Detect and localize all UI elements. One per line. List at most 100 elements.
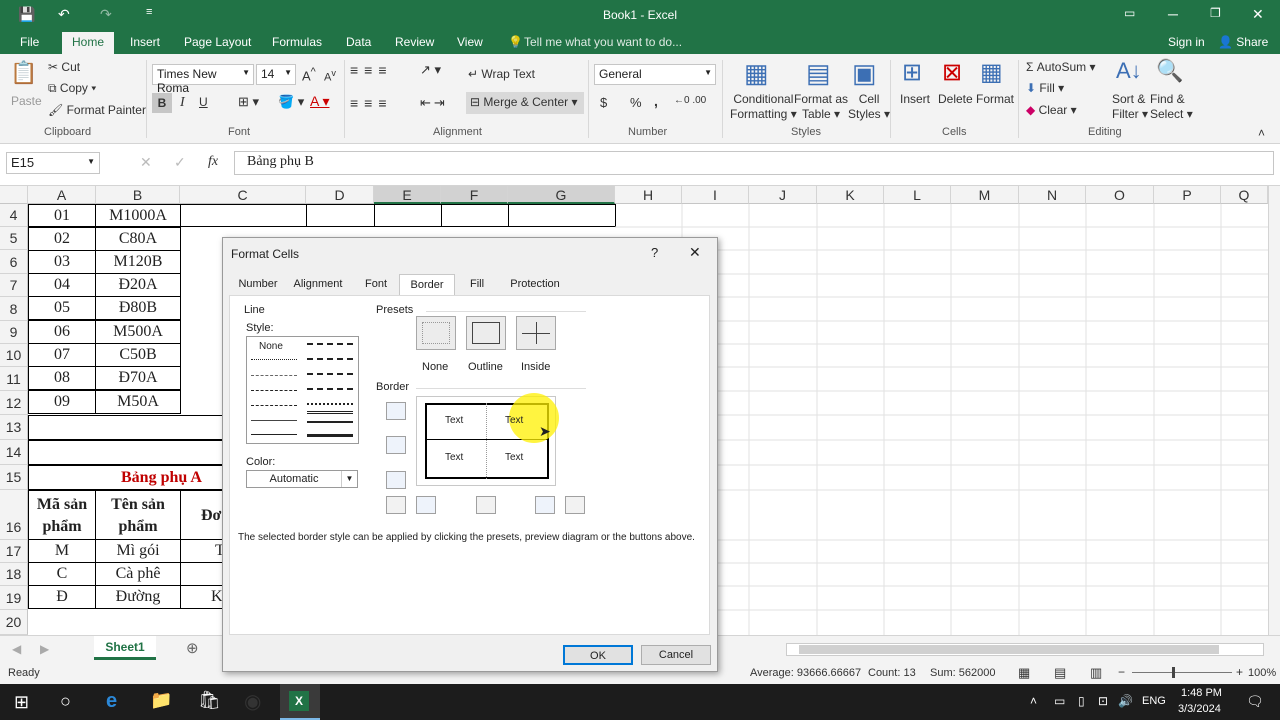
line-style-option[interactable] <box>251 434 297 435</box>
preset-inside-button[interactable] <box>516 316 556 350</box>
conditional-formatting-button[interactable]: Conditional Formatting ▾ <box>730 92 797 122</box>
border-preview[interactable]: Text Text Text Text ➤ <box>416 393 559 486</box>
cell-a14[interactable] <box>28 440 223 465</box>
volume-icon[interactable]: 🔊 <box>1118 694 1133 708</box>
cell-c4[interactable] <box>180 204 307 227</box>
cell-a7[interactable]: 04 <box>28 273 96 297</box>
column-header[interactable]: G <box>508 186 615 204</box>
dialog-help-button[interactable]: ? <box>651 245 658 260</box>
number-format-select[interactable]: General ▼ <box>594 64 716 85</box>
line-style-option[interactable] <box>307 403 353 405</box>
windows-start-icon[interactable]: ⊞ <box>14 692 29 713</box>
cut-button[interactable]: ✂ Cut <box>48 60 80 74</box>
tray-chevron-icon[interactable]: ˄ <box>1030 694 1037 708</box>
line-style-option[interactable] <box>307 411 353 414</box>
cell-f4[interactable] <box>441 204 509 227</box>
tab-data[interactable]: Data <box>346 35 371 49</box>
cell-a10[interactable]: 07 <box>28 343 96 367</box>
column-header[interactable]: A <box>28 186 96 204</box>
row-header[interactable]: 18 <box>0 563 28 586</box>
row-header[interactable]: 9 <box>0 321 28 344</box>
bang-phu-a-title[interactable]: Bảng phụ A <box>28 465 223 490</box>
sign-in-link[interactable]: Sign in <box>1168 35 1205 49</box>
clock-time[interactable]: 1:48 PM <box>1181 687 1222 699</box>
column-header[interactable]: B <box>96 186 180 204</box>
format-as-table-button[interactable]: Format as Table ▾ <box>794 92 848 122</box>
cancel-button[interactable]: Cancel <box>641 645 711 665</box>
cell-a8[interactable]: 05 <box>28 296 96 320</box>
prev-sheet-icon[interactable]: ◀ <box>12 642 21 656</box>
cell-b12[interactable]: M50A <box>95 390 181 414</box>
tab-page-layout[interactable]: Page Layout <box>184 35 251 49</box>
cell-a18[interactable]: C <box>28 562 96 586</box>
indent-icons[interactable]: ⇤⇥ <box>420 95 448 111</box>
language-indicator[interactable]: ENG <box>1142 695 1166 707</box>
cell-b10[interactable]: C50B <box>95 343 181 367</box>
column-header[interactable]: H <box>615 186 682 204</box>
column-header[interactable]: E <box>374 186 441 204</box>
line-style-option[interactable] <box>251 375 297 376</box>
zoom-out-icon[interactable]: − <box>1118 665 1125 679</box>
copy-button[interactable]: ⧉ Copy ▾ <box>48 81 96 96</box>
column-header[interactable]: C <box>180 186 306 204</box>
border-middle-horizontal-button[interactable] <box>386 436 406 454</box>
line-style-list[interactable]: None <box>246 336 359 444</box>
border-diagonal-down-button[interactable] <box>565 496 585 514</box>
cell-a13[interactable] <box>28 415 223 440</box>
clear-button[interactable]: ◆ Clear ▾ <box>1026 103 1077 117</box>
dialog-tab-protection[interactable]: Protection <box>505 278 565 296</box>
collapse-ribbon-icon[interactable]: ˄ <box>1258 126 1265 140</box>
cell-b4[interactable]: M1000A <box>95 204 181 227</box>
tab-insert[interactable]: Insert <box>130 35 160 49</box>
delete-cells-icon[interactable]: ⊠ <box>942 58 962 87</box>
format-cells-button[interactable]: Format <box>976 92 1014 106</box>
line-style-option[interactable] <box>307 358 353 360</box>
fill-button[interactable]: ⬇ Fill ▾ <box>1026 81 1064 95</box>
row-header[interactable]: 7 <box>0 274 28 297</box>
border-middle-vertical-button[interactable] <box>476 496 496 514</box>
close-window-icon[interactable]: ✕ <box>1252 6 1264 23</box>
row-header[interactable]: 19 <box>0 586 28 610</box>
currency-button[interactable]: $ <box>600 95 607 110</box>
row-header[interactable]: 15 <box>0 465 28 490</box>
row-header[interactable]: 17 <box>0 540 28 563</box>
wrap-text-button[interactable]: ↵ Wrap Text <box>468 67 535 81</box>
ok-button[interactable]: OK <box>563 645 633 665</box>
zoom-slider-thumb[interactable] <box>1172 667 1175 678</box>
share-button[interactable]: 👤 Share <box>1218 35 1268 49</box>
cell-b8[interactable]: Đ80B <box>95 296 181 320</box>
line-style-option[interactable] <box>307 388 353 390</box>
page-layout-view-icon[interactable]: ▤ <box>1054 665 1066 681</box>
column-header[interactable]: M <box>951 186 1019 204</box>
record-icon[interactable]: ⊡ <box>1098 694 1108 708</box>
border-bottom-button[interactable] <box>386 471 406 489</box>
cell-a11[interactable]: 08 <box>28 366 96 390</box>
paste-icon[interactable]: 📋 <box>10 60 37 86</box>
header-ten-san-pham[interactable]: Tên sản phẩm <box>95 490 181 540</box>
cell-a12[interactable]: 09 <box>28 390 96 414</box>
column-header[interactable]: Q <box>1221 186 1268 204</box>
column-header[interactable]: K <box>817 186 884 204</box>
excel-taskbar-item[interactable]: X <box>280 684 320 720</box>
horizontal-scrollbar[interactable] <box>786 643 1264 656</box>
row-header[interactable]: 11 <box>0 367 28 391</box>
line-style-option[interactable] <box>307 434 353 437</box>
find-select-button[interactable]: Find & Select ▾ <box>1150 92 1193 122</box>
column-header[interactable]: N <box>1019 186 1086 204</box>
font-name-select[interactable]: Times New Roma ▼ <box>152 64 254 95</box>
cell-a17[interactable]: M <box>28 539 96 563</box>
row-header[interactable]: 6 <box>0 250 28 274</box>
border-right-button[interactable] <box>535 496 555 514</box>
horizontal-align-icons[interactable]: ≡≡≡ <box>350 95 393 111</box>
name-box[interactable]: E15 ▼ <box>6 152 100 174</box>
tab-formulas[interactable]: Formulas <box>272 35 322 49</box>
minimize-icon[interactable]: ─ <box>1168 6 1178 22</box>
insert-cells-icon[interactable]: ⊞ <box>902 58 922 87</box>
row-header[interactable]: 10 <box>0 344 28 367</box>
zoom-level[interactable]: 100% <box>1248 667 1276 679</box>
tab-review[interactable]: Review <box>395 35 434 49</box>
line-style-option[interactable] <box>251 390 297 391</box>
cell-c17[interactable]: T <box>180 539 223 563</box>
format-as-table-icon[interactable]: ▤ <box>806 58 831 89</box>
tab-home[interactable]: Home <box>62 32 115 54</box>
